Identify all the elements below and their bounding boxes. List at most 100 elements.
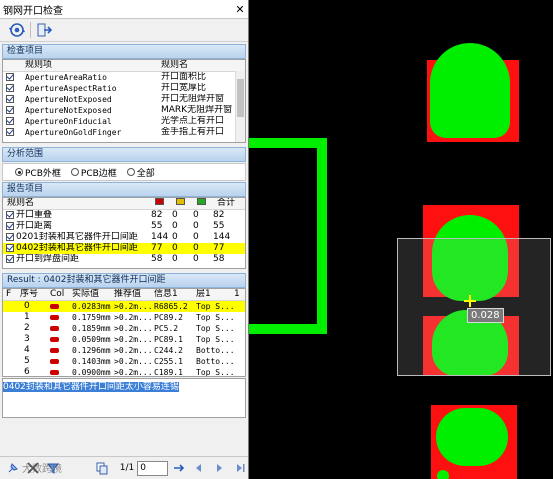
analysis-range-header: 分析范围 <box>2 147 246 162</box>
result-layer: Top S... <box>196 302 234 311</box>
report-cell-name-wrap: 开口到焊盘间距 <box>3 254 151 265</box>
report-checkbox[interactable] <box>6 244 14 252</box>
rule-cell-check <box>3 83 25 94</box>
range-radio[interactable] <box>126 168 135 176</box>
last-button[interactable] <box>231 459 248 477</box>
page-indicator: 1/1 <box>119 463 135 473</box>
report-checkbox[interactable] <box>6 233 14 241</box>
rule-checkbox[interactable] <box>6 84 14 92</box>
rule-item: ApertureNotExposed <box>25 106 112 115</box>
rule-checkbox[interactable] <box>6 117 14 125</box>
rule-row[interactable]: ApertureAspectRatio 开口宽厚比 <box>3 83 245 94</box>
rule-name: MARK无阻焊开窗 <box>161 105 233 115</box>
result-row[interactable]: 6 0.0900mm >0.2m... C189.1 Top S... <box>3 367 245 377</box>
run-check-button[interactable] <box>8 21 26 39</box>
result-col-actual: 实际值 <box>72 289 100 299</box>
report-checkbox[interactable] <box>6 211 14 219</box>
result-recommended: >0.2m... <box>114 302 153 311</box>
rules-scroll-thumb[interactable] <box>237 79 244 117</box>
report-col-name: 规则名 <box>7 198 35 208</box>
report-red-count: 58 <box>151 254 163 264</box>
result-color-cell <box>50 323 72 334</box>
copy-button[interactable] <box>94 459 111 477</box>
rules-grid: 规则项 规则名 ApertureAreaRatio 开口面积比 ApertureAs… <box>2 59 246 143</box>
result-flag <box>3 301 20 312</box>
rule-checkbox[interactable] <box>6 95 14 103</box>
result-col-f: F <box>6 289 12 299</box>
rule-row[interactable]: ApertureOnGoldFinger 金手指上有开口 <box>3 127 245 138</box>
report-grid: 规则名 合计 开口重叠 82 0 0 82 开口距离 55 0 0 55 0201封装和其它器件开口… <box>2 197 246 269</box>
window-title: 钢网开口检查 <box>3 5 63 17</box>
rule-row[interactable]: ApertureAreaRatio 开口面积比 <box>3 72 245 83</box>
check-items-header: 检查项目 <box>2 44 246 59</box>
result-header: Result : 0402封装和其它器件开口间距 <box>2 273 246 288</box>
report-row[interactable]: 0201封装和其它器件开口间距 144 0 0 144 <box>3 232 245 243</box>
result-recommended: >0.2m... <box>114 346 153 355</box>
report-green-count: 0 <box>193 243 199 253</box>
result-row[interactable]: 4 0.1296mm >0.2m... C244.2 Botto... <box>3 345 245 356</box>
aperture-top <box>430 43 510 138</box>
result-color-swatch <box>50 348 59 353</box>
selection-box[interactable] <box>397 238 551 376</box>
rule-checkbox[interactable] <box>6 106 14 114</box>
report-row[interactable]: 开口重叠 82 0 0 82 <box>3 210 245 221</box>
range-option[interactable]: PCB外框 <box>15 166 61 179</box>
export-button[interactable] <box>35 21 53 39</box>
rule-row[interactable]: ApertureOnFiducial 光学点上有开口 <box>3 116 245 127</box>
rule-checkbox[interactable] <box>6 128 14 136</box>
result-info: PC5.2 <box>154 324 179 333</box>
result-row[interactable]: 2 0.1859mm >0.2m... PC5.2 Top S... <box>3 323 245 334</box>
pcb-canvas[interactable]: 0.028 <box>249 0 553 479</box>
report-checkbox[interactable] <box>6 222 14 230</box>
result-col-layer: 层1 <box>196 289 211 299</box>
stencil-check-panel: 钢网开口检查 ✕ 检查项目 规则项 规则名 ApertureAreaRatio 开… <box>0 0 249 479</box>
rule-row[interactable]: ApertureNotExposed 开口无阻焊开窗 <box>3 94 245 105</box>
report-col-red <box>155 198 176 209</box>
result-actual: 0.0900mm <box>72 368 111 377</box>
result-flag <box>3 312 20 323</box>
result-layer: Top S... <box>196 335 234 344</box>
result-row[interactable]: 0 0.0283mm >0.2m... R6865.2 Top S... <box>3 301 245 312</box>
report-name: 开口距离 <box>16 221 53 231</box>
result-row[interactable]: 5 0.1403mm >0.2m... C255.1 Botto... <box>3 356 245 367</box>
report-red-count: 82 <box>151 210 163 220</box>
result-index: 5 <box>24 356 30 366</box>
report-green-count: 0 <box>193 210 199 220</box>
range-option[interactable]: 全部 <box>126 166 155 179</box>
result-row[interactable]: 3 0.0509mm >0.2m... PC89.1 Top S... <box>3 334 245 345</box>
rules-body: ApertureAreaRatio 开口面积比 ApertureAspectRati… <box>3 72 245 138</box>
result-index: 1 <box>24 312 30 322</box>
prev-button[interactable] <box>191 459 208 477</box>
go-button[interactable] <box>171 459 188 477</box>
report-checkbox[interactable] <box>6 255 14 263</box>
pin-icon <box>8 463 18 473</box>
report-red-count: 55 <box>151 221 163 231</box>
range-option[interactable]: PCB边框 <box>70 166 117 179</box>
next-icon <box>217 464 223 472</box>
report-row[interactable]: 0402封装和其它器件开口间距 77 0 0 77 <box>3 243 245 254</box>
result-recommended: >0.2m... <box>114 324 153 333</box>
range-radio[interactable] <box>15 168 23 176</box>
close-button[interactable]: ✕ <box>232 3 248 16</box>
result-index: 0 <box>24 301 30 311</box>
result-row[interactable]: 1 0.1759mm >0.2m... PC89.2 Top S... <box>3 312 245 323</box>
aperture-frame <box>249 138 327 334</box>
rule-checkbox[interactable] <box>6 73 14 81</box>
range-radio[interactable] <box>70 168 79 176</box>
frame-gap <box>249 150 253 322</box>
rule-name: 开口面积比 <box>161 72 207 82</box>
report-cell-name-wrap: 0201封装和其它器件开口间距 <box>3 232 151 243</box>
report-col-green <box>197 198 217 209</box>
result-color-cell <box>50 367 72 376</box>
page-input[interactable]: 0 <box>137 460 168 476</box>
result-recommended: >0.2m... <box>114 335 153 344</box>
report-row[interactable]: 开口到焊盘间距 58 0 0 58 <box>3 254 245 265</box>
result-color-swatch <box>50 326 59 331</box>
rules-scrollbar[interactable] <box>235 71 245 142</box>
report-row[interactable]: 开口距离 55 0 0 55 <box>3 221 245 232</box>
rule-row[interactable]: ApertureNotExposed MARK无阻焊开窗 <box>3 105 245 116</box>
next-button[interactable] <box>211 459 228 477</box>
rules-col-name: 规则名 <box>161 60 189 70</box>
locate-button[interactable] <box>4 459 21 477</box>
description-box[interactable]: 0402封装和其它器件开口间距太小容易连锡 <box>2 378 246 418</box>
